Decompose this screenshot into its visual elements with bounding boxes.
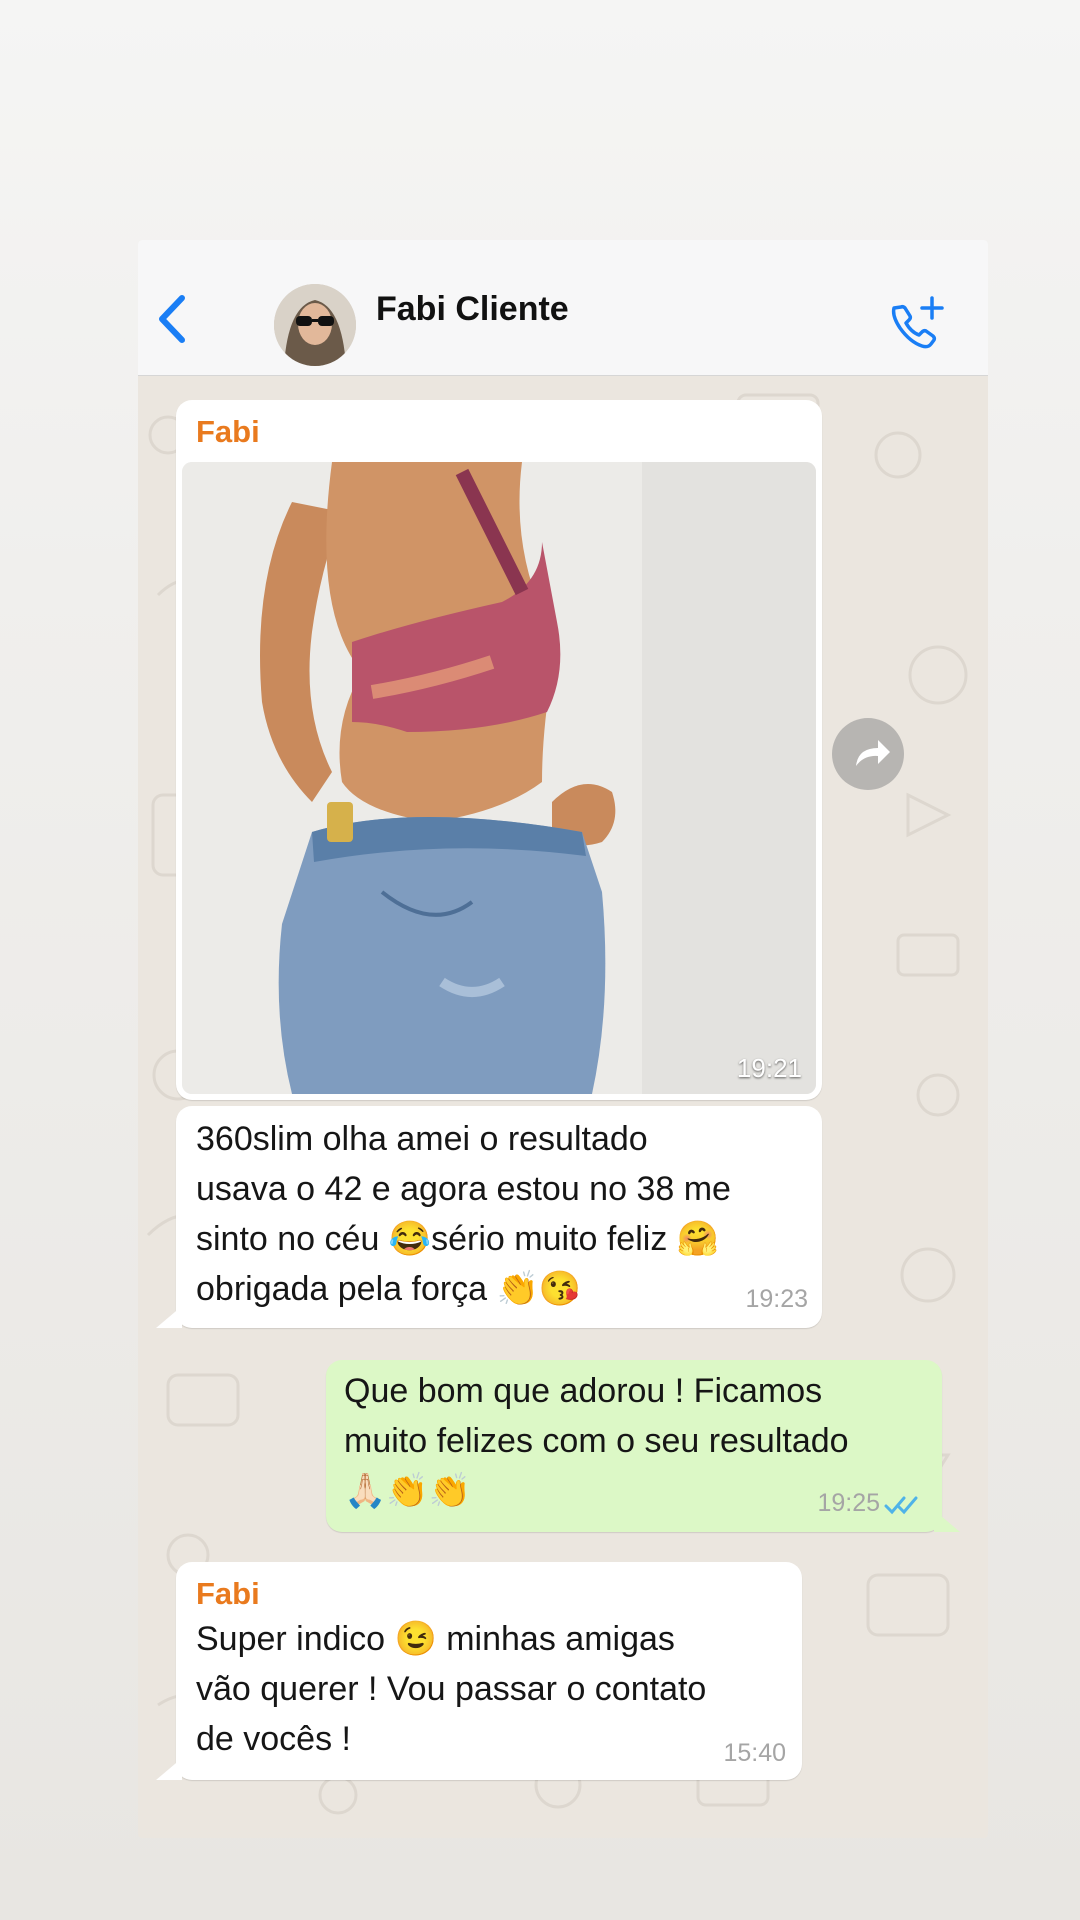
read-receipt-icon (884, 1496, 918, 1515)
sender-name: Fabi (196, 414, 260, 449)
message-text: Super indico 😉 minhas amigas vão querer … (196, 1620, 707, 1758)
message-photo[interactable]: 19:21 (182, 462, 816, 1094)
photo-timestamp: 19:21 (736, 1053, 802, 1083)
back-button[interactable] (152, 292, 192, 346)
chat-window: Fabi Cliente Fabi 19:21 360slim olha ame… (138, 240, 988, 1838)
bubble-tail (156, 1758, 182, 1780)
bubble-tail (156, 1306, 182, 1328)
message-text: 360slim olha amei o resultado usava o 42… (196, 1120, 731, 1308)
chat-header: Fabi Cliente (138, 240, 988, 376)
add-call-button[interactable] (886, 294, 946, 350)
message-timestamp: 19:23 (745, 1285, 808, 1313)
message-timestamp: 15:40 (723, 1739, 786, 1767)
message-timestamp: 19:25 (817, 1489, 880, 1517)
bubble-tail (934, 1510, 960, 1532)
message-bubble-image[interactable]: Fabi 19:21 (176, 400, 822, 1100)
sender-name: Fabi (196, 1576, 260, 1611)
forward-icon (856, 740, 890, 766)
forward-button[interactable] (832, 718, 904, 790)
chevron-left-icon (159, 295, 185, 343)
contact-name[interactable]: Fabi Cliente (376, 290, 569, 329)
photo-image (182, 462, 816, 1094)
avatar-image (274, 284, 356, 366)
message-bubble-incoming[interactable]: 360slim olha amei o resultado usava o 42… (176, 1106, 822, 1328)
message-bubble-outgoing[interactable]: Que bom que adorou ! Ficamos muito feliz… (326, 1360, 942, 1532)
message-bubble-incoming[interactable]: Fabi Super indico 😉 minhas amigas vão qu… (176, 1562, 802, 1780)
phone-add-icon (891, 296, 944, 349)
contact-avatar[interactable] (274, 284, 356, 366)
